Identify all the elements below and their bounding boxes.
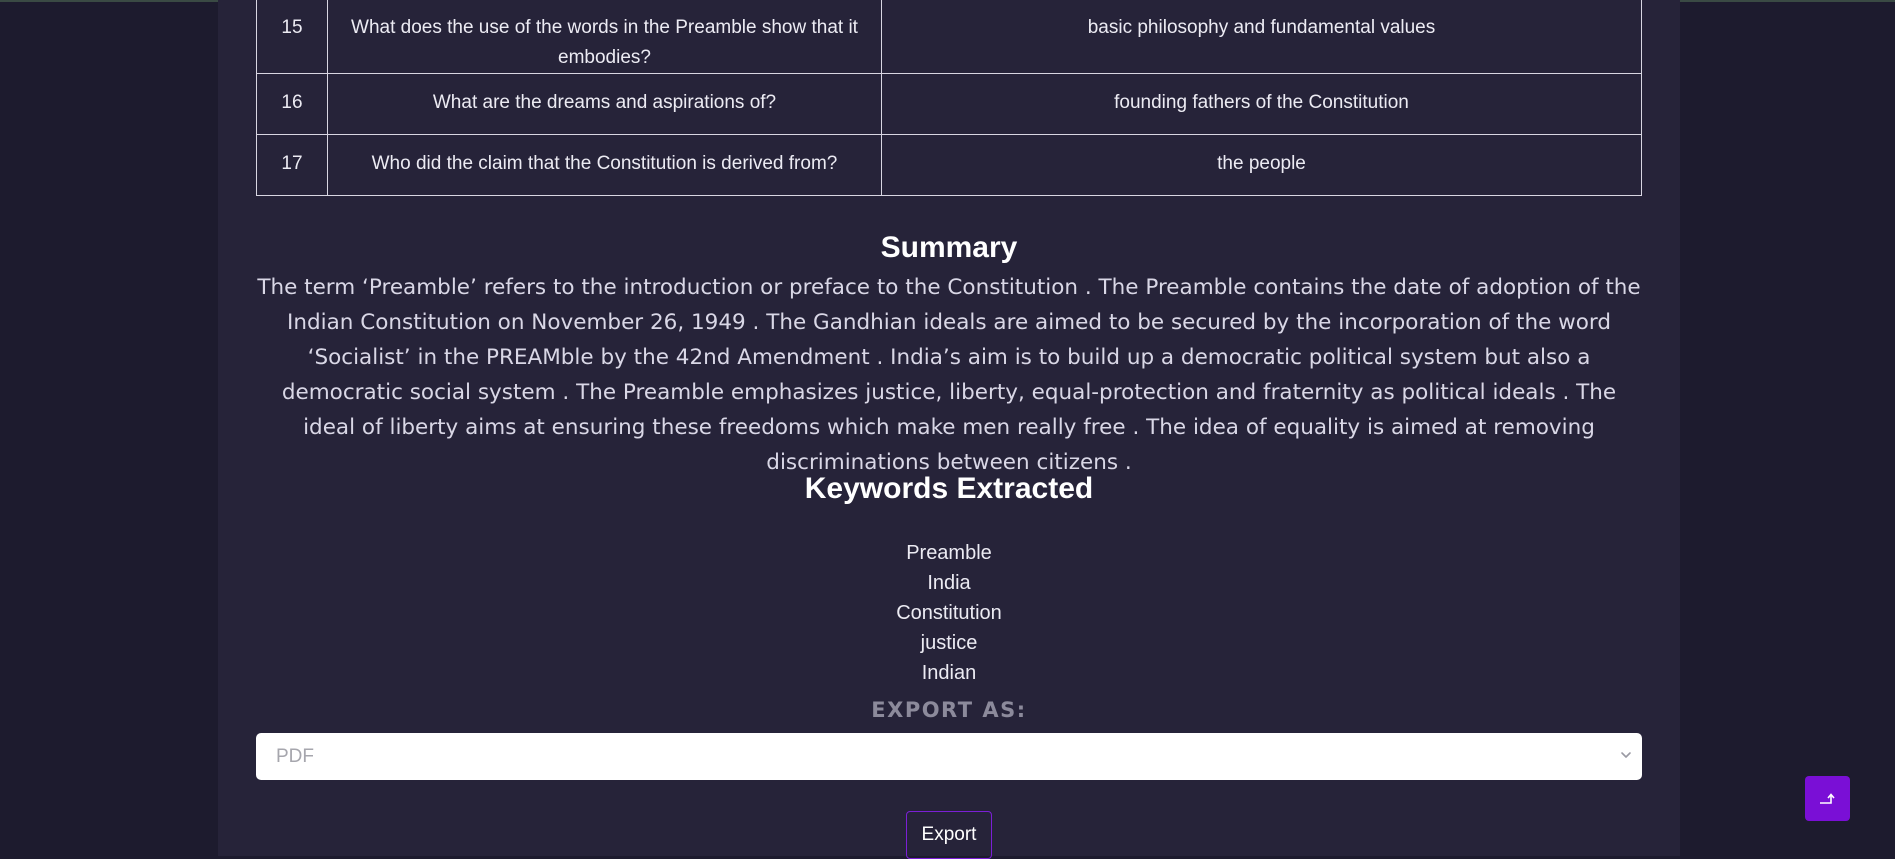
keyword-item: Indian (921, 662, 977, 684)
question-cell: What are the dreams and aspirations of? (327, 73, 882, 135)
export-button[interactable]: Export (906, 811, 992, 859)
keyword-item: Preamble (906, 542, 992, 564)
main-panel: 15 What does the use of the words in the… (218, 0, 1680, 859)
keyword-item: Constitution (896, 602, 1002, 624)
row-number: 15 (256, 0, 328, 74)
row-number: 16 (256, 73, 328, 135)
scroll-top-button[interactable] (1805, 776, 1850, 821)
export-format-value: PDF (276, 746, 314, 767)
export-format-select[interactable]: PDF (256, 733, 1642, 780)
question-cell: What does the use of the words in the Pr… (327, 0, 882, 74)
question-cell: Who did the claim that the Constitution … (327, 134, 882, 196)
export-label: EXPORT AS: (871, 698, 1027, 722)
keyword-list: Preamble India Constitution justice Indi… (256, 538, 1642, 688)
keyword-item: India (927, 572, 971, 594)
content-area: 15 What does the use of the words in the… (256, 0, 1642, 859)
row-number: 17 (256, 134, 328, 196)
table-row: 15 What does the use of the words in the… (256, 0, 1642, 74)
answer-cell: basic philosophy and fundamental values (881, 0, 1642, 74)
table-row: 17 Who did the claim that the Constituti… (256, 134, 1642, 196)
table-row: 16 What are the dreams and aspirations o… (256, 73, 1642, 135)
summary-text: The term ‘Preamble’ refers to the introd… (257, 275, 1641, 475)
arrow-up-right-icon (1819, 792, 1835, 804)
summary-heading: Summary (880, 231, 1018, 264)
qa-table: 15 What does the use of the words in the… (256, 0, 1642, 196)
answer-cell: founding fathers of the Constitution (881, 73, 1642, 135)
answer-cell: the people (881, 134, 1642, 196)
chevron-down-icon (1621, 752, 1631, 758)
keyword-item: justice (920, 632, 978, 654)
keywords-heading: Keywords Extracted (804, 472, 1094, 505)
